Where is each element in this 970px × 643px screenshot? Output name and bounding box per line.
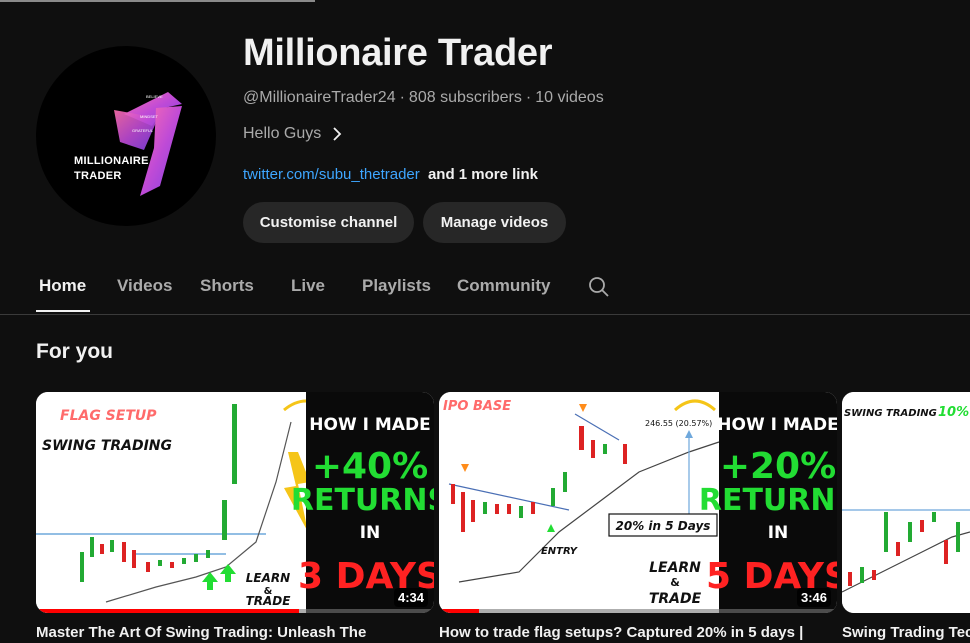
video-title[interactable]: Swing Trading Tec (842, 624, 970, 641)
meta-separator: · (399, 89, 405, 106)
tab-live[interactable]: Live (291, 276, 325, 296)
thumb-subtitle: SWING TRADING (844, 408, 937, 419)
thumb-headline: HOW I MADE (309, 415, 430, 435)
thumb-in: IN (360, 523, 381, 543)
watch-progress-fill (36, 609, 299, 613)
channel-meta: @MillionaireTrader24 · 808 subscribers · 10 … (243, 89, 604, 107)
avatar-wordmark-line2: TRADER (74, 170, 122, 182)
watch-progress (439, 609, 837, 613)
video-card[interactable]: IPO BASE 246.55 (20.57%) 20% in 5 Days E… (439, 392, 837, 613)
thumb-callout: 20% in 5 Days (616, 519, 711, 533)
thumb-highlight: 10% (938, 405, 969, 420)
thumb-learn: LEARN (246, 571, 290, 585)
thumb-returns: RETURNS (291, 483, 434, 518)
tab-community[interactable]: Community (457, 276, 551, 296)
channel-description-text: Hello Guys (243, 125, 322, 142)
tab-videos[interactable]: Videos (117, 276, 172, 296)
channel-handle: @MillionaireTrader24 (243, 89, 396, 106)
thumb-percent: +20% (720, 446, 836, 487)
channel-description[interactable]: Hello Guys (243, 125, 343, 143)
tabs-divider (0, 314, 970, 315)
avatar-word-grateful: GRATEFUL (132, 128, 154, 133)
avatar-logo-graphic: BELIEVE MINDSET GRATEFUL (114, 92, 182, 196)
manage-videos-button[interactable]: Manage videos (423, 202, 566, 243)
avatar-word-mindset: MINDSET (140, 114, 159, 119)
watch-progress (36, 609, 434, 613)
thumb-subtitle: SWING TRADING (42, 438, 172, 454)
channel-name: Millionaire Trader (243, 32, 553, 74)
thumb-tag: IPO BASE (443, 399, 511, 414)
page-load-progress-bar (0, 0, 315, 2)
video-thumbnail: SWING TRADING 10% (842, 392, 970, 613)
chevron-right-icon (333, 127, 342, 141)
video-title[interactable]: How to trade flag setups? Captured 20% i… (439, 624, 837, 641)
avatar-word-believe: BELIEVE (146, 94, 163, 99)
thumb-in: IN (768, 523, 789, 543)
thumb-learn: LEARN (649, 560, 701, 576)
video-duration: 3:46 (796, 588, 831, 607)
channel-tabs: Home Videos Shorts Live Playlists Commun… (0, 270, 970, 314)
avatar-wordmark: MILLIONAIRE TRADER (74, 154, 149, 184)
video-duration: 4:34 (393, 588, 428, 607)
thumb-price-label: 246.55 (20.57%) (645, 419, 712, 428)
tab-shorts[interactable]: Shorts (200, 276, 254, 296)
watch-progress-fill (439, 609, 479, 613)
thumb-trade: TRADE (649, 591, 702, 607)
tab-playlists[interactable]: Playlists (362, 276, 431, 296)
tab-home[interactable]: Home (39, 276, 86, 296)
channel-links: twitter.com/subu_thetrader and 1 more li… (243, 166, 538, 183)
video-title[interactable]: Master The Art Of Swing Trading: Unleash… (36, 624, 434, 641)
search-icon[interactable] (587, 275, 611, 299)
section-title: For you (36, 340, 113, 363)
active-tab-indicator (36, 310, 90, 312)
avatar-wordmark-line1: MILLIONAIRE (74, 155, 149, 167)
customise-channel-button[interactable]: Customise channel (243, 202, 414, 243)
channel-link[interactable]: twitter.com/subu_thetrader (243, 166, 420, 183)
more-links[interactable]: and 1 more link (428, 166, 538, 183)
video-card[interactable]: SWING TRADING 10% (842, 392, 970, 613)
thumb-tag: FLAG SETUP (60, 408, 157, 424)
video-count: 10 videos (535, 89, 604, 106)
thumb-percent: +40% (312, 446, 428, 487)
video-card[interactable]: FLAG SETUP SWING TRADING HOW I MADE +40%… (36, 392, 434, 613)
thumb-trade: TRADE (246, 594, 292, 608)
video-thumbnail: FLAG SETUP SWING TRADING HOW I MADE +40%… (36, 392, 434, 613)
channel-avatar[interactable]: BELIEVE MINDSET GRATEFUL MILLIONAIRE TRA… (36, 46, 216, 226)
meta-separator: · (525, 89, 532, 106)
thumb-entry: ENTRY (541, 546, 579, 557)
thumb-headline: HOW I MADE (717, 415, 837, 435)
subscriber-count: 808 subscribers (408, 89, 522, 106)
thumb-returns: RETURNS (699, 483, 837, 518)
video-thumbnail: IPO BASE 246.55 (20.57%) 20% in 5 Days E… (439, 392, 837, 613)
thumb-amp: & (670, 576, 680, 589)
